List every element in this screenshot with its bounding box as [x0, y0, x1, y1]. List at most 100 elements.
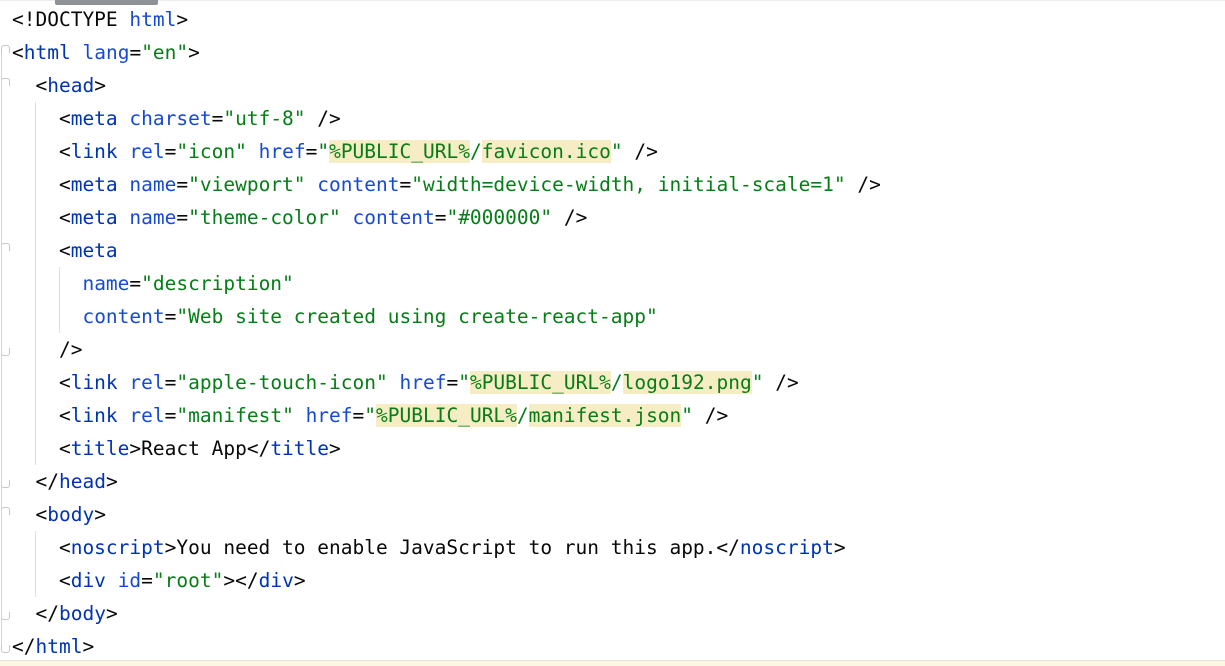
indent-guide [35, 564, 36, 597]
code-token [71, 41, 83, 64]
code-line[interactable]: <title>React App</title> [0, 432, 1225, 465]
code-token: > [94, 74, 106, 97]
code-token [118, 404, 130, 427]
code-line[interactable]: <link rel="apple-touch-icon" href="%PUBL… [0, 366, 1225, 399]
code-token: > [165, 536, 177, 559]
code-token: > [176, 8, 188, 31]
code-token: = [446, 371, 458, 394]
code-token: href [399, 371, 446, 394]
code-line[interactable]: </head> [0, 465, 1225, 498]
code-token: lang [82, 41, 129, 64]
fold-marker-end[interactable] [1, 645, 10, 653]
code-token: " [364, 404, 376, 427]
code-token: /> [552, 206, 587, 229]
code-token [388, 371, 400, 394]
indent-guide [35, 102, 36, 135]
code-token: "en" [141, 41, 188, 64]
code-token: < [12, 173, 71, 196]
fold-marker-end[interactable] [1, 480, 10, 488]
code-token [118, 206, 130, 229]
code-area[interactable]: <!DOCTYPE html><html lang="en"> <head> <… [0, 3, 1225, 663]
code-token: noscript [740, 536, 834, 559]
code-token: link [71, 404, 118, 427]
template-var-highlight: logo192.png [623, 371, 752, 394]
code-token: > [223, 569, 235, 592]
code-token: </ [235, 569, 258, 592]
code-line[interactable]: <meta name="theme-color" content="#00000… [0, 201, 1225, 234]
code-token: = [176, 173, 188, 196]
code-token: > [106, 602, 118, 625]
indent-guide [35, 201, 36, 234]
fold-marker-start[interactable] [1, 78, 10, 86]
code-token: = [399, 173, 411, 196]
code-token: You need to enable JavaScript to run thi… [176, 536, 716, 559]
code-token: meta [71, 107, 118, 130]
code-token: "viewport" [188, 173, 305, 196]
code-token: "icon" [176, 140, 246, 163]
code-token: "width=device-width, initial-scale=1" [411, 173, 845, 196]
code-token: "description" [141, 272, 294, 295]
code-token [12, 272, 82, 295]
code-line[interactable]: <meta name="viewport" content="width=dev… [0, 168, 1225, 201]
fold-marker-start[interactable] [1, 45, 10, 53]
code-token: /> [846, 173, 881, 196]
code-token: href [306, 404, 353, 427]
code-token [118, 371, 130, 394]
code-token: = [129, 272, 141, 295]
code-token: < [12, 371, 71, 394]
code-token: > [106, 470, 118, 493]
code-line[interactable]: <noscript>You need to enable JavaScript … [0, 531, 1225, 564]
code-token: = [165, 305, 177, 328]
code-line[interactable]: <link rel="icon" href="%PUBLIC_URL%/favi… [0, 135, 1225, 168]
code-token [12, 305, 82, 328]
code-token: " [317, 140, 329, 163]
fold-marker-start[interactable] [1, 507, 10, 515]
code-token: head [47, 74, 94, 97]
code-token: > [294, 569, 306, 592]
fold-marker-end[interactable] [1, 612, 10, 620]
code-line[interactable]: name="description" [0, 267, 1225, 300]
code-line[interactable]: content="Web site created using create-r… [0, 300, 1225, 333]
code-token: noscript [71, 536, 165, 559]
code-token: name [129, 206, 176, 229]
code-line[interactable]: <div id="root"></div> [0, 564, 1225, 597]
code-token: html [35, 635, 82, 658]
code-token: meta [71, 173, 118, 196]
code-token: = [435, 206, 447, 229]
code-token [341, 206, 353, 229]
code-line[interactable]: <html lang="en"> [0, 36, 1225, 69]
code-token: "apple-touch-icon" [176, 371, 387, 394]
code-token: title [71, 437, 130, 460]
fold-marker-end[interactable] [1, 348, 10, 356]
fold-marker-start[interactable] [1, 243, 10, 251]
code-line[interactable]: <!DOCTYPE html> [0, 3, 1225, 36]
code-line[interactable]: <meta charset="utf-8" /> [0, 102, 1225, 135]
indent-guide [59, 300, 60, 333]
code-token: " [458, 371, 470, 394]
code-token [306, 173, 318, 196]
code-token: html [24, 41, 71, 64]
code-token: /> [623, 140, 658, 163]
code-token [106, 569, 118, 592]
code-token: = [141, 569, 153, 592]
code-line[interactable]: <body> [0, 498, 1225, 531]
code-token: "theme-color" [188, 206, 341, 229]
code-line[interactable]: /> [0, 333, 1225, 366]
code-line[interactable]: </html> [0, 630, 1225, 663]
code-line[interactable]: <meta [0, 234, 1225, 267]
code-token: = [165, 140, 177, 163]
indent-guide [59, 267, 60, 300]
code-line[interactable]: </body> [0, 597, 1225, 630]
code-token: < [12, 74, 47, 97]
code-line[interactable]: <link rel="manifest" href="%PUBLIC_URL%/… [0, 399, 1225, 432]
code-token: = [165, 371, 177, 394]
code-token: < [12, 239, 71, 262]
code-token: > [129, 437, 141, 460]
indent-guide [35, 267, 36, 300]
code-editor[interactable]: <!DOCTYPE html><html lang="en"> <head> <… [0, 0, 1225, 666]
code-token: body [47, 503, 94, 526]
template-var-highlight: %PUBLIC_URL% [470, 371, 611, 394]
template-var-highlight: favicon.ico [482, 140, 611, 163]
code-line[interactable]: <head> [0, 69, 1225, 102]
code-token: link [71, 371, 118, 394]
